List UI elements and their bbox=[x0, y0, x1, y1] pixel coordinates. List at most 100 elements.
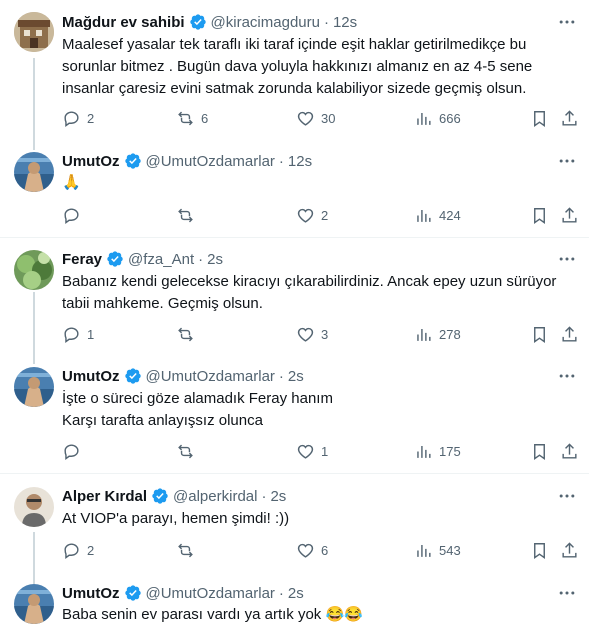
retweet-count: 6 bbox=[201, 110, 209, 126]
retweet-button[interactable] bbox=[176, 205, 201, 225]
bookmark-icon bbox=[534, 443, 545, 460]
reply-count: 2 bbox=[87, 542, 95, 558]
more-icon[interactable] bbox=[557, 249, 577, 269]
views-button[interactable]: 666 bbox=[414, 108, 461, 128]
tweet-header: Mağdur ev sahibi @kiracimagduru · 12s bbox=[62, 12, 357, 32]
like-button[interactable]: 6 bbox=[296, 540, 328, 560]
bookmark-button[interactable] bbox=[530, 324, 549, 344]
reply-icon bbox=[64, 326, 79, 343]
tweet-actions: 2 424 bbox=[62, 205, 582, 225]
reply-button[interactable] bbox=[62, 205, 87, 225]
tweet-text: Babanız kendi gelecekse kiracıyı çıkarab… bbox=[62, 271, 572, 315]
more-icon[interactable] bbox=[557, 583, 577, 603]
share-icon bbox=[562, 541, 577, 558]
share-button[interactable] bbox=[560, 441, 579, 461]
avatar[interactable] bbox=[14, 584, 54, 624]
bookmark-icon bbox=[534, 542, 545, 559]
heart-icon bbox=[297, 327, 314, 342]
user-handle[interactable]: @kiracimagduru bbox=[211, 14, 320, 31]
avatar[interactable] bbox=[14, 152, 54, 192]
avatar[interactable] bbox=[14, 487, 54, 527]
reply-button[interactable]: 2 bbox=[62, 540, 94, 560]
avatar[interactable] bbox=[14, 250, 54, 290]
divider bbox=[0, 473, 589, 474]
view-count: 175 bbox=[439, 443, 461, 459]
reply-icon bbox=[64, 207, 79, 224]
bookmark-button[interactable] bbox=[530, 108, 549, 128]
timestamp[interactable]: 2s bbox=[270, 488, 286, 505]
like-button[interactable]: 2 bbox=[296, 205, 328, 225]
like-button[interactable]: 30 bbox=[296, 108, 335, 128]
views-icon bbox=[417, 328, 431, 341]
bookmark-icon bbox=[534, 110, 545, 127]
separator-dot: · bbox=[278, 152, 284, 170]
retweet-button[interactable] bbox=[176, 540, 201, 560]
like-button[interactable]: 1 bbox=[296, 441, 328, 461]
view-count: 278 bbox=[439, 326, 461, 342]
timestamp[interactable]: 2s bbox=[288, 585, 304, 602]
retweet-icon bbox=[178, 208, 193, 222]
user-handle[interactable]: @UmutOzdamarlar bbox=[146, 153, 275, 170]
view-count: 666 bbox=[439, 110, 461, 126]
retweet-icon bbox=[178, 327, 193, 341]
user-handle[interactable]: @UmutOzdamarlar bbox=[146, 585, 275, 602]
reply-button[interactable]: 1 bbox=[62, 324, 94, 344]
more-icon[interactable] bbox=[557, 12, 577, 32]
share-icon bbox=[562, 206, 577, 223]
tweet-actions: 1 175 bbox=[62, 441, 582, 461]
like-count: 30 bbox=[321, 110, 336, 126]
views-icon bbox=[417, 445, 431, 458]
share-button[interactable] bbox=[560, 205, 579, 225]
avatar[interactable] bbox=[14, 12, 54, 52]
bookmark-button[interactable] bbox=[530, 540, 549, 560]
tweet-text: Maalesef yasalar tek taraflı iki taraf i… bbox=[62, 34, 572, 100]
more-icon[interactable] bbox=[557, 151, 577, 171]
thread-line bbox=[33, 532, 35, 584]
retweet-icon bbox=[178, 444, 193, 458]
bookmark-icon bbox=[534, 326, 545, 343]
share-button[interactable] bbox=[560, 324, 579, 344]
tweet-text: At VIOP'a parayı, hemen şimdi! :)) bbox=[62, 508, 572, 530]
user-handle[interactable]: @UmutOzdamarlar bbox=[146, 368, 275, 385]
reply-count: 2 bbox=[87, 110, 95, 126]
retweet-button[interactable] bbox=[176, 324, 201, 344]
share-button[interactable] bbox=[560, 540, 579, 560]
heart-icon bbox=[297, 208, 314, 223]
views-button[interactable]: 278 bbox=[414, 324, 461, 344]
more-icon[interactable] bbox=[557, 486, 577, 506]
user-handle[interactable]: @alperkirdal bbox=[173, 488, 257, 505]
reply-button[interactable] bbox=[62, 441, 87, 461]
verified-badge-icon bbox=[107, 251, 123, 267]
timestamp[interactable]: 2s bbox=[288, 368, 304, 385]
avatar[interactable] bbox=[14, 367, 54, 407]
user-handle[interactable]: @fza_Ant bbox=[128, 251, 194, 268]
display-name[interactable]: UmutOz bbox=[62, 153, 120, 170]
timestamp[interactable]: 12s bbox=[333, 14, 357, 31]
display-name[interactable]: Alper Kırdal bbox=[62, 488, 147, 505]
display-name[interactable]: UmutOz bbox=[62, 585, 120, 602]
reply-button[interactable]: 2 bbox=[62, 108, 94, 128]
bookmark-button[interactable] bbox=[530, 205, 549, 225]
like-count: 6 bbox=[321, 542, 329, 558]
timestamp[interactable]: 12s bbox=[288, 153, 312, 170]
views-button[interactable]: 175 bbox=[414, 441, 461, 461]
like-count: 1 bbox=[321, 443, 329, 459]
retweet-button[interactable] bbox=[176, 441, 201, 461]
timestamp[interactable]: 2s bbox=[207, 251, 223, 268]
tweet-text-line: sorunlar bitmez . Bugün dava yoluyla hak… bbox=[62, 58, 533, 75]
tweet-text-line: insanlar çaresiz evini satmak zorunda ka… bbox=[62, 80, 527, 97]
display-name[interactable]: Mağdur ev sahibi bbox=[62, 14, 185, 31]
like-button[interactable]: 3 bbox=[296, 324, 328, 344]
display-name[interactable]: UmutOz bbox=[62, 368, 120, 385]
tweet-text: 🙏 bbox=[62, 172, 572, 194]
views-button[interactable]: 424 bbox=[414, 205, 461, 225]
tweet-text-line: Babanız kendi gelecekse kiracıyı çıkarab… bbox=[62, 273, 557, 290]
more-icon[interactable] bbox=[557, 366, 577, 386]
verified-badge-icon bbox=[124, 368, 141, 384]
display-name[interactable]: Feray bbox=[62, 251, 102, 268]
views-button[interactable]: 543 bbox=[414, 540, 461, 560]
reply-count: 1 bbox=[87, 326, 95, 342]
share-button[interactable] bbox=[560, 108, 579, 128]
retweet-button[interactable]: 6 bbox=[176, 108, 208, 128]
bookmark-button[interactable] bbox=[530, 441, 549, 461]
